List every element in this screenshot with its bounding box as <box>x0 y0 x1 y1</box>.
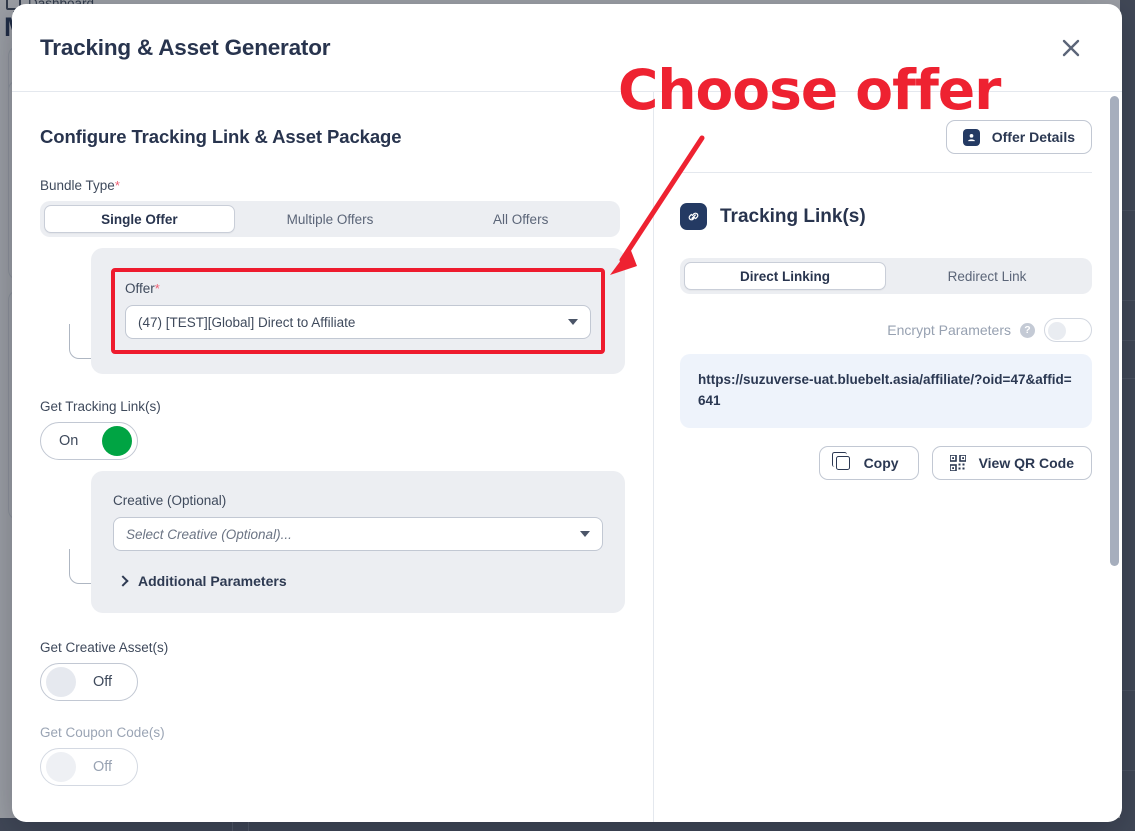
modal-scrollbar-thumb[interactable] <box>1110 96 1119 566</box>
additional-parameters-label: Additional Parameters <box>138 573 287 589</box>
view-qr-code-label: View QR Code <box>979 455 1074 471</box>
encrypt-parameters-toggle[interactable] <box>1044 318 1092 342</box>
chevron-down-icon <box>568 319 578 325</box>
get-tracking-links-toggle[interactable]: On <box>40 422 138 460</box>
creative-select[interactable]: Select Creative (Optional)... <box>113 517 603 551</box>
tab-single-offer[interactable]: Single Offer <box>44 205 235 233</box>
copy-label: Copy <box>864 455 899 471</box>
additional-parameters-expander[interactable]: Additional Parameters <box>113 573 603 589</box>
offer-label: Offer* <box>125 281 591 296</box>
tab-redirect-link[interactable]: Redirect Link <box>886 262 1088 290</box>
get-coupon-codes-label: Get Coupon Code(s) <box>40 725 625 740</box>
modal-body: Configure Tracking Link & Asset Package … <box>12 92 1122 822</box>
offer-highlight-box: Offer* (47) [TEST][Global] Direct to Aff… <box>111 268 605 354</box>
get-creative-assets-label: Get Creative Asset(s) <box>40 640 625 655</box>
creative-label: Creative (Optional) <box>113 493 603 508</box>
tracking-link-heading-row: Tracking Link(s) <box>680 203 1092 230</box>
offer-details-row: Offer Details <box>680 120 1092 154</box>
modal-header: Tracking & Asset Generator <box>12 4 1122 92</box>
bundle-type-label: Bundle Type* <box>40 178 625 193</box>
panel-section-title: Configure Tracking Link & Asset Package <box>40 126 625 148</box>
link-icon <box>680 203 707 230</box>
required-mark: * <box>155 281 160 296</box>
toggle-knob <box>1048 322 1066 340</box>
chevron-down-icon <box>580 531 590 537</box>
help-icon[interactable]: ? <box>1020 323 1035 338</box>
creative-select-placeholder: Select Creative (Optional)... <box>126 527 292 542</box>
required-mark: * <box>115 178 120 193</box>
qr-code-icon <box>950 455 966 471</box>
modal-scrollbar[interactable] <box>1110 96 1119 818</box>
tracking-link-heading: Tracking Link(s) <box>720 206 866 228</box>
copy-button[interactable]: Copy <box>819 446 919 480</box>
toggle-state-label: Off <box>93 759 112 775</box>
connector-line <box>69 549 93 584</box>
encrypt-parameters-label: Encrypt Parameters <box>887 322 1011 338</box>
offer-select[interactable]: (47) [TEST][Global] Direct to Affiliate <box>125 305 591 339</box>
configure-panel: Configure Tracking Link & Asset Package … <box>12 92 654 822</box>
toggle-knob <box>46 667 76 697</box>
panel-divider <box>680 172 1092 173</box>
offer-select-value: (47) [TEST][Global] Direct to Affiliate <box>138 315 355 330</box>
offer-panel: Offer* (47) [TEST][Global] Direct to Aff… <box>91 248 625 374</box>
contact-card-icon <box>963 129 980 146</box>
bundle-type-segmented-control[interactable]: Single Offer Multiple Offers All Offers <box>40 201 620 237</box>
tracking-url-display[interactable]: https://suzuverse-uat.bluebelt.asia/affi… <box>680 354 1092 428</box>
tab-multiple-offers[interactable]: Multiple Offers <box>235 205 426 233</box>
creative-panel: Creative (Optional) Select Creative (Opt… <box>91 471 625 613</box>
link-mode-segmented-control[interactable]: Direct Linking Redirect Link <box>680 258 1092 294</box>
chevron-right-icon <box>117 575 128 586</box>
tab-direct-linking[interactable]: Direct Linking <box>684 262 886 290</box>
view-qr-code-button[interactable]: View QR Code <box>932 446 1092 480</box>
toggle-knob <box>46 752 76 782</box>
toggle-state-label: Off <box>93 674 112 690</box>
encrypt-parameters-row: Encrypt Parameters ? <box>680 318 1092 342</box>
tracking-link-panel: Offer Details Tracking Link(s) Direct Li… <box>654 92 1122 822</box>
get-creative-assets-toggle[interactable]: Off <box>40 663 138 701</box>
modal-title: Tracking & Asset Generator <box>40 35 330 61</box>
copy-icon <box>836 456 850 470</box>
url-action-buttons: Copy <box>680 446 1092 480</box>
page-root: Dashboard M Tracking & Asset Generator <box>0 0 1135 831</box>
tab-all-offers[interactable]: All Offers <box>425 205 616 233</box>
toggle-state-label: On <box>59 433 78 449</box>
offer-details-button[interactable]: Offer Details <box>946 120 1092 154</box>
connector-line <box>69 324 93 359</box>
close-icon[interactable] <box>1054 31 1088 65</box>
get-coupon-codes-toggle[interactable]: Off <box>40 748 138 786</box>
offer-details-label: Offer Details <box>992 129 1075 145</box>
get-tracking-links-label: Get Tracking Link(s) <box>40 399 625 414</box>
toggle-knob <box>102 426 132 456</box>
tracking-asset-generator-modal: Tracking & Asset Generator Configure Tra… <box>12 4 1122 822</box>
